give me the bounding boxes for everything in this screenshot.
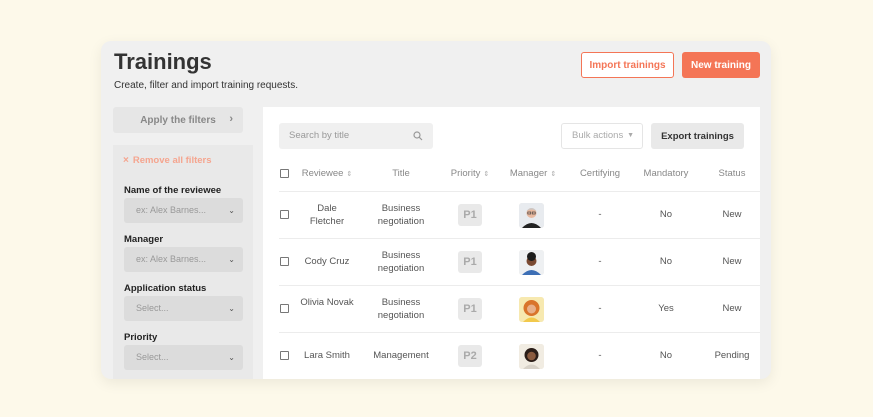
- close-icon: ×: [123, 155, 129, 166]
- manager-select[interactable]: ex: Alex Barnes... ⌄: [124, 247, 243, 272]
- priority-badge: P1: [458, 298, 482, 320]
- divider: [279, 238, 760, 239]
- status-value: Pending: [714, 350, 750, 361]
- divider: [279, 191, 760, 192]
- priority-badge: P1: [458, 251, 482, 273]
- row-checkbox[interactable]: [280, 210, 289, 219]
- column-header-mandatory: Mandatory: [643, 168, 689, 179]
- divider: [279, 285, 760, 286]
- application-status-placeholder: Select...: [136, 303, 169, 313]
- reviewee-select[interactable]: ex: Alex Barnes... ⌄: [124, 198, 243, 223]
- column-label-reviewee: Reviewee: [301, 168, 344, 179]
- priority-badge: P1: [458, 204, 482, 226]
- status-value: New: [722, 209, 742, 220]
- filter-label-priority: Priority: [124, 332, 158, 343]
- reviewee-name: Olivia Novak: [300, 297, 354, 308]
- remove-all-filters-link[interactable]: × Remove all filters: [123, 155, 212, 166]
- mandatory-value: No: [659, 350, 673, 361]
- column-header-reviewee[interactable]: Reviewee ⇕: [299, 168, 355, 179]
- import-trainings-button[interactable]: Import trainings: [581, 52, 674, 78]
- certifying-value: -: [598, 256, 602, 267]
- sort-icon: ⇕: [346, 171, 353, 178]
- trainings-table-panel: Search by title Bulk actions ▼ Export tr…: [263, 107, 760, 379]
- divider: [279, 332, 760, 333]
- status-value: New: [722, 256, 742, 267]
- column-header-certifying: Certifying: [579, 168, 621, 179]
- chevron-down-icon: ⌄: [228, 304, 235, 313]
- manager-avatar: [519, 250, 544, 275]
- reviewee-name: Lara Smith: [304, 350, 350, 361]
- select-all-checkbox[interactable]: [280, 169, 289, 178]
- column-header-title: Title: [392, 168, 410, 179]
- column-header-status: Status: [718, 168, 746, 179]
- chevron-right-icon: ›: [229, 113, 233, 125]
- column-header-priority[interactable]: Priority ⇕: [444, 168, 496, 179]
- status-value: New: [722, 303, 742, 314]
- mandatory-value: No: [659, 209, 673, 220]
- page-subtitle: Create, filter and import training reque…: [114, 80, 298, 91]
- bulk-actions-select[interactable]: Bulk actions ▼: [561, 123, 643, 149]
- filter-label-application-status: Application status: [124, 283, 207, 294]
- manager-avatar: [519, 344, 544, 369]
- search-icon: [413, 131, 423, 141]
- apply-filters-button[interactable]: Apply the filters ›: [113, 107, 243, 133]
- sort-icon: ⇕: [483, 171, 490, 178]
- priority-select[interactable]: Select... ⌄: [124, 345, 243, 370]
- reviewee-name: Dale Fletcher: [309, 203, 345, 227]
- training-title: Management: [373, 350, 429, 361]
- trainings-card: Trainings Create, filter and import trai…: [101, 41, 771, 379]
- search-input[interactable]: Search by title: [279, 123, 433, 149]
- chevron-down-icon: ⌄: [228, 206, 235, 215]
- reviewee-select-placeholder: ex: Alex Barnes...: [136, 205, 207, 215]
- column-label-manager: Manager: [509, 168, 548, 179]
- remove-all-label: Remove all filters: [132, 155, 212, 166]
- certifying-value: -: [598, 209, 602, 220]
- filter-panel: × Remove all filters Name of the reviewee…: [113, 145, 253, 379]
- priority-badge: P2: [458, 345, 482, 367]
- caret-down-icon: ▼: [627, 132, 634, 139]
- manager-avatar: [519, 203, 544, 228]
- row-checkbox[interactable]: [280, 304, 289, 313]
- apply-filters-label: Apply the filters: [140, 114, 216, 126]
- mandatory-value: No: [659, 256, 673, 267]
- row-checkbox[interactable]: [280, 257, 289, 266]
- row-checkbox[interactable]: [280, 351, 289, 360]
- priority-select-placeholder: Select...: [136, 352, 169, 362]
- filter-label-reviewee: Name of the reviewee: [124, 185, 222, 196]
- page-title: Trainings: [114, 49, 212, 74]
- new-training-button[interactable]: New training: [682, 52, 760, 78]
- chevron-down-icon: ⌄: [228, 255, 235, 264]
- reviewee-name: Cody Cruz: [304, 256, 350, 267]
- export-trainings-button[interactable]: Export trainings: [651, 123, 744, 149]
- training-title: Business negotiation: [377, 203, 425, 227]
- chevron-down-icon: ⌄: [228, 353, 235, 362]
- column-label-priority: Priority: [450, 168, 481, 179]
- column-header-manager[interactable]: Manager ⇕: [505, 168, 561, 179]
- certifying-value: -: [598, 303, 602, 314]
- mandatory-value: Yes: [658, 303, 674, 314]
- certifying-value: -: [598, 350, 602, 361]
- sort-icon: ⇕: [550, 171, 557, 178]
- search-placeholder: Search by title: [289, 130, 350, 141]
- manager-avatar: [519, 297, 544, 322]
- filter-label-manager: Manager: [124, 234, 164, 245]
- application-status-select[interactable]: Select... ⌄: [124, 296, 243, 321]
- bulk-actions-label: Bulk actions: [572, 130, 624, 141]
- training-title: Business negotiation: [377, 250, 425, 274]
- manager-select-placeholder: ex: Alex Barnes...: [136, 254, 207, 264]
- training-title: Business negotiation: [377, 297, 425, 321]
